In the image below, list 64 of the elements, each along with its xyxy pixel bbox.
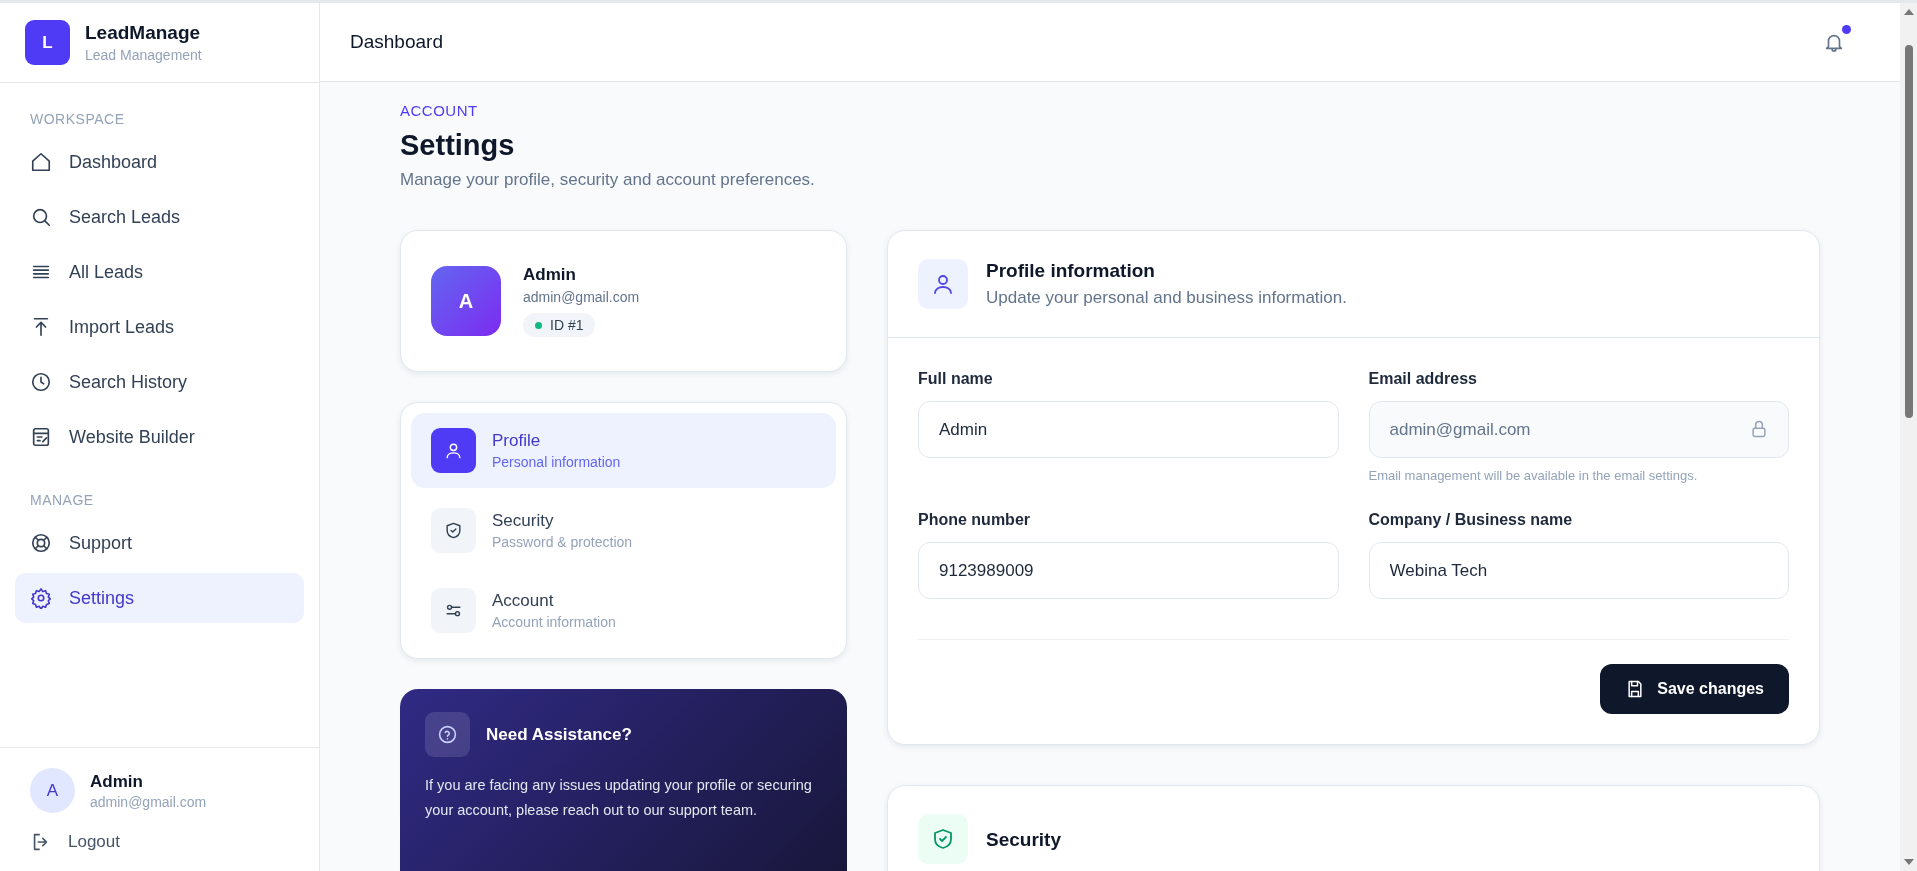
user-email: admin@gmail.com (90, 793, 207, 810)
input-field[interactable]: Webina Tech (1368, 542, 1789, 599)
user-icon (918, 259, 968, 309)
status-dot (535, 321, 542, 329)
scrollbar[interactable] (1900, 3, 1917, 871)
form-edit-icon (30, 426, 52, 448)
home-icon (30, 151, 52, 173)
field-label: Email address (1368, 370, 1478, 388)
save-button[interactable]: Save changes (1600, 664, 1789, 714)
sidebar-item[interactable]: Search Leads (15, 192, 304, 242)
lock-icon (1749, 419, 1769, 439)
sidebar-item[interactable]: All Leads (15, 247, 304, 297)
settings-icon (30, 587, 52, 609)
settings-menu-item[interactable]: Profile Personal information (411, 413, 836, 488)
sidebar-item[interactable]: Import Leads (15, 302, 304, 352)
input-field[interactable]: Admin (918, 401, 1339, 458)
lifebuoy-icon (30, 532, 52, 554)
page-subtitle: Manage your profile, security and account preferences. (400, 170, 816, 190)
settings-menu-item[interactable]: Security Password & protection (411, 493, 836, 568)
card-title: Security (986, 829, 1061, 851)
sidebar-item[interactable]: Support (15, 518, 304, 568)
app-name: LeadManage (85, 22, 202, 44)
page-heading: Settings (400, 129, 516, 162)
logo-tile: L (25, 20, 70, 65)
menu-item-title: Profile (492, 431, 542, 451)
menu-item-subtitle: Password & protection (492, 534, 633, 550)
help-text: If you are facing any issues updating your profile or securing your account, please reach out to our support team. (425, 776, 813, 820)
sidebar-item[interactable]: Website Builder (15, 412, 304, 462)
field-label: Phone number (918, 511, 1031, 529)
sidebar-item[interactable]: Dashboard (15, 137, 304, 187)
menu-item-title: Security (492, 511, 555, 531)
user-icon (431, 428, 476, 473)
shield-check-icon (431, 508, 476, 553)
card-subtitle: Update your personal and business information. (986, 288, 1347, 308)
sidebar-item[interactable]: Search History (15, 357, 304, 407)
app-tagline: Lead Management (85, 47, 202, 63)
help-title: Need Assistance? (486, 724, 632, 745)
profile-name: Admin (523, 265, 577, 285)
input-field[interactable]: 9123989009 (918, 542, 1339, 599)
field-label: Full name (918, 370, 994, 388)
profile-email: admin@gmail.com (523, 289, 640, 305)
field-label: Company / Business name (1368, 511, 1574, 529)
avatar: A (431, 266, 501, 336)
input-field[interactable]: admin@gmail.com (1368, 401, 1789, 458)
id-label: ID #1 (550, 317, 584, 333)
search-icon (30, 206, 52, 228)
menu-item-subtitle: Account information (492, 614, 616, 630)
question-icon (425, 712, 470, 757)
page-title: Dashboard (350, 31, 443, 53)
menu-item-subtitle: Personal information (492, 454, 621, 470)
sliders-icon (431, 588, 476, 633)
settings-menu-item[interactable]: Account Account information (411, 573, 836, 648)
clock-icon (30, 371, 52, 393)
sidebar-item[interactable]: Settings (15, 573, 304, 623)
card-title: Profile information (986, 260, 1156, 282)
shield-check-icon (918, 814, 968, 864)
section-label: ACCOUNT (400, 102, 479, 119)
section-heading: MANAGE (29, 492, 95, 508)
menu-item-title: Account (492, 591, 555, 611)
user-name: Admin (90, 771, 144, 792)
avatar: A (30, 768, 75, 813)
logout-link[interactable]: Logout (30, 831, 289, 853)
section-heading: WORKSPACE (29, 111, 126, 127)
field-hint: Email management will be available in the email settings. (1368, 468, 1699, 483)
